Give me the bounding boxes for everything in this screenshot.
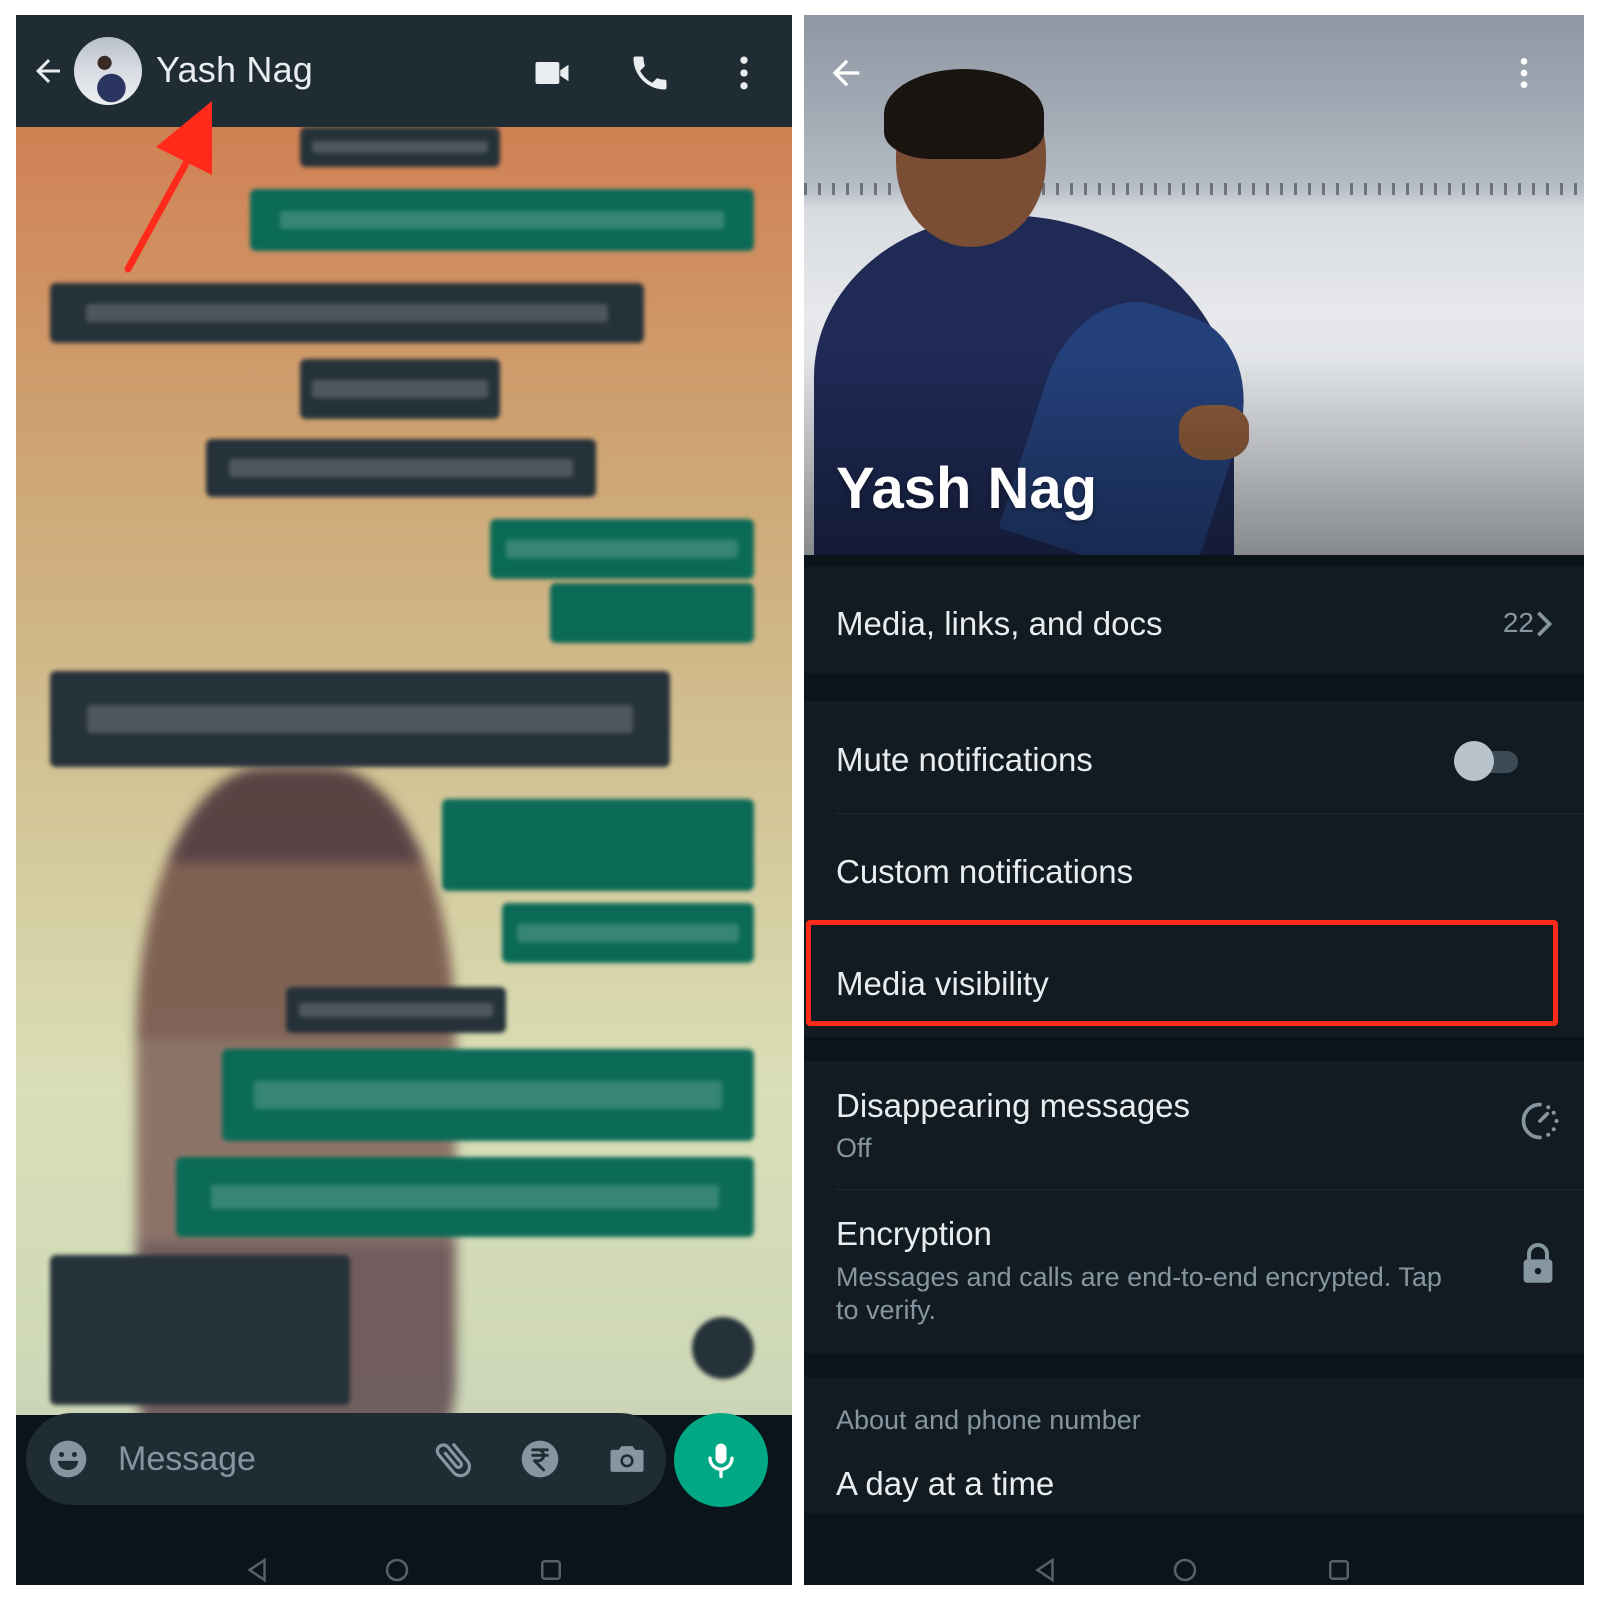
voice-message-button[interactable] <box>674 1413 768 1507</box>
chat-header: Yash Nag <box>16 15 792 127</box>
message-bubble-incoming[interactable] <box>50 1255 350 1405</box>
nav-back-icon[interactable] <box>242 1555 272 1585</box>
message-bubble-outgoing[interactable] <box>502 903 754 963</box>
nav-home-icon[interactable] <box>382 1555 412 1585</box>
mute-notifications-toggle[interactable] <box>1454 741 1520 781</box>
message-bubble-outgoing[interactable] <box>490 519 754 579</box>
chat-screen: Yash Nag <box>16 15 792 1585</box>
disappearing-messages-value: Off <box>836 1133 872 1163</box>
message-bubble-incoming[interactable] <box>50 283 644 343</box>
back-arrow-icon[interactable] <box>30 53 66 89</box>
nav-back-icon[interactable] <box>1030 1555 1060 1585</box>
microphone-icon <box>708 1443 734 1479</box>
message-bubble-incoming[interactable] <box>300 127 500 167</box>
media-count: 22 <box>1502 607 1534 638</box>
nav-home-icon[interactable] <box>1170 1555 1200 1585</box>
chevron-right-icon <box>1537 611 1553 637</box>
rupee-payment-icon[interactable] <box>518 1437 562 1481</box>
nav-recents-icon[interactable] <box>1324 1555 1354 1585</box>
message-bubble-incoming[interactable] <box>300 359 500 419</box>
privacy-settings-group: Disappearing messages Off Encryption Mes… <box>804 1061 1584 1353</box>
timer-icon <box>1521 1102 1559 1140</box>
message-bubble-incoming[interactable] <box>50 671 670 767</box>
media-links-docs-row[interactable]: Media, links, and docs 22 <box>804 567 1584 673</box>
system-navigation-bar <box>16 1513 792 1585</box>
message-bubble-outgoing[interactable] <box>176 1157 754 1237</box>
contact-info-screen: Yash Nag Media, links, and docs 22 Mute … <box>804 15 1584 1585</box>
message-input[interactable] <box>118 1437 398 1481</box>
media-links-docs-label: Media, links, and docs <box>836 605 1163 642</box>
message-bubble-outgoing[interactable] <box>222 1049 754 1141</box>
toggle-thumb <box>1454 741 1494 781</box>
encryption-row[interactable]: Encryption Messages and calls are end-to… <box>804 1189 1584 1353</box>
message-composer <box>26 1413 666 1505</box>
message-bubble-incoming[interactable] <box>206 439 596 497</box>
about-section-label: About and phone number <box>836 1405 1141 1435</box>
message-bubble-outgoing[interactable] <box>442 799 754 891</box>
mute-notifications-row[interactable]: Mute notifications <box>804 701 1584 813</box>
system-navigation-bar <box>804 1513 1584 1585</box>
more-options-icon[interactable] <box>1504 51 1544 95</box>
contact-avatar[interactable] <box>74 37 142 105</box>
back-arrow-icon[interactable] <box>826 53 866 93</box>
custom-notifications-row[interactable]: Custom notifications <box>804 813 1584 925</box>
more-options-icon[interactable] <box>722 51 766 95</box>
nav-recents-icon[interactable] <box>536 1555 566 1585</box>
disappearing-messages-label: Disappearing messages <box>836 1087 1191 1124</box>
disappearing-messages-row[interactable]: Disappearing messages Off <box>804 1061 1584 1189</box>
annotation-highlight-box <box>806 920 1558 1026</box>
voice-call-icon[interactable] <box>628 51 672 95</box>
mute-notifications-label: Mute notifications <box>836 741 1093 778</box>
message-bubble-incoming[interactable] <box>286 987 506 1033</box>
message-bubble-outgoing[interactable] <box>250 189 754 251</box>
profile-name: Yash Nag <box>836 456 1098 521</box>
contact-name[interactable]: Yash Nag <box>156 49 313 91</box>
emoji-icon[interactable] <box>46 1437 90 1481</box>
scroll-down-button[interactable] <box>692 1317 754 1379</box>
attach-icon[interactable] <box>430 1435 478 1483</box>
encryption-label: Encryption <box>836 1215 992 1252</box>
custom-notifications-label: Custom notifications <box>836 853 1134 890</box>
profile-photo[interactable]: Yash Nag <box>804 15 1584 555</box>
about-text: A day at a time <box>836 1465 1055 1502</box>
photo-figure <box>884 69 1044 159</box>
video-call-icon[interactable] <box>530 51 574 95</box>
lock-icon <box>1523 1243 1553 1283</box>
encryption-description: Messages and calls are end-to-end encryp… <box>836 1262 1442 1325</box>
message-bubble-outgoing[interactable] <box>550 583 754 643</box>
camera-icon[interactable] <box>604 1437 650 1481</box>
chat-wallpaper <box>16 127 792 1447</box>
